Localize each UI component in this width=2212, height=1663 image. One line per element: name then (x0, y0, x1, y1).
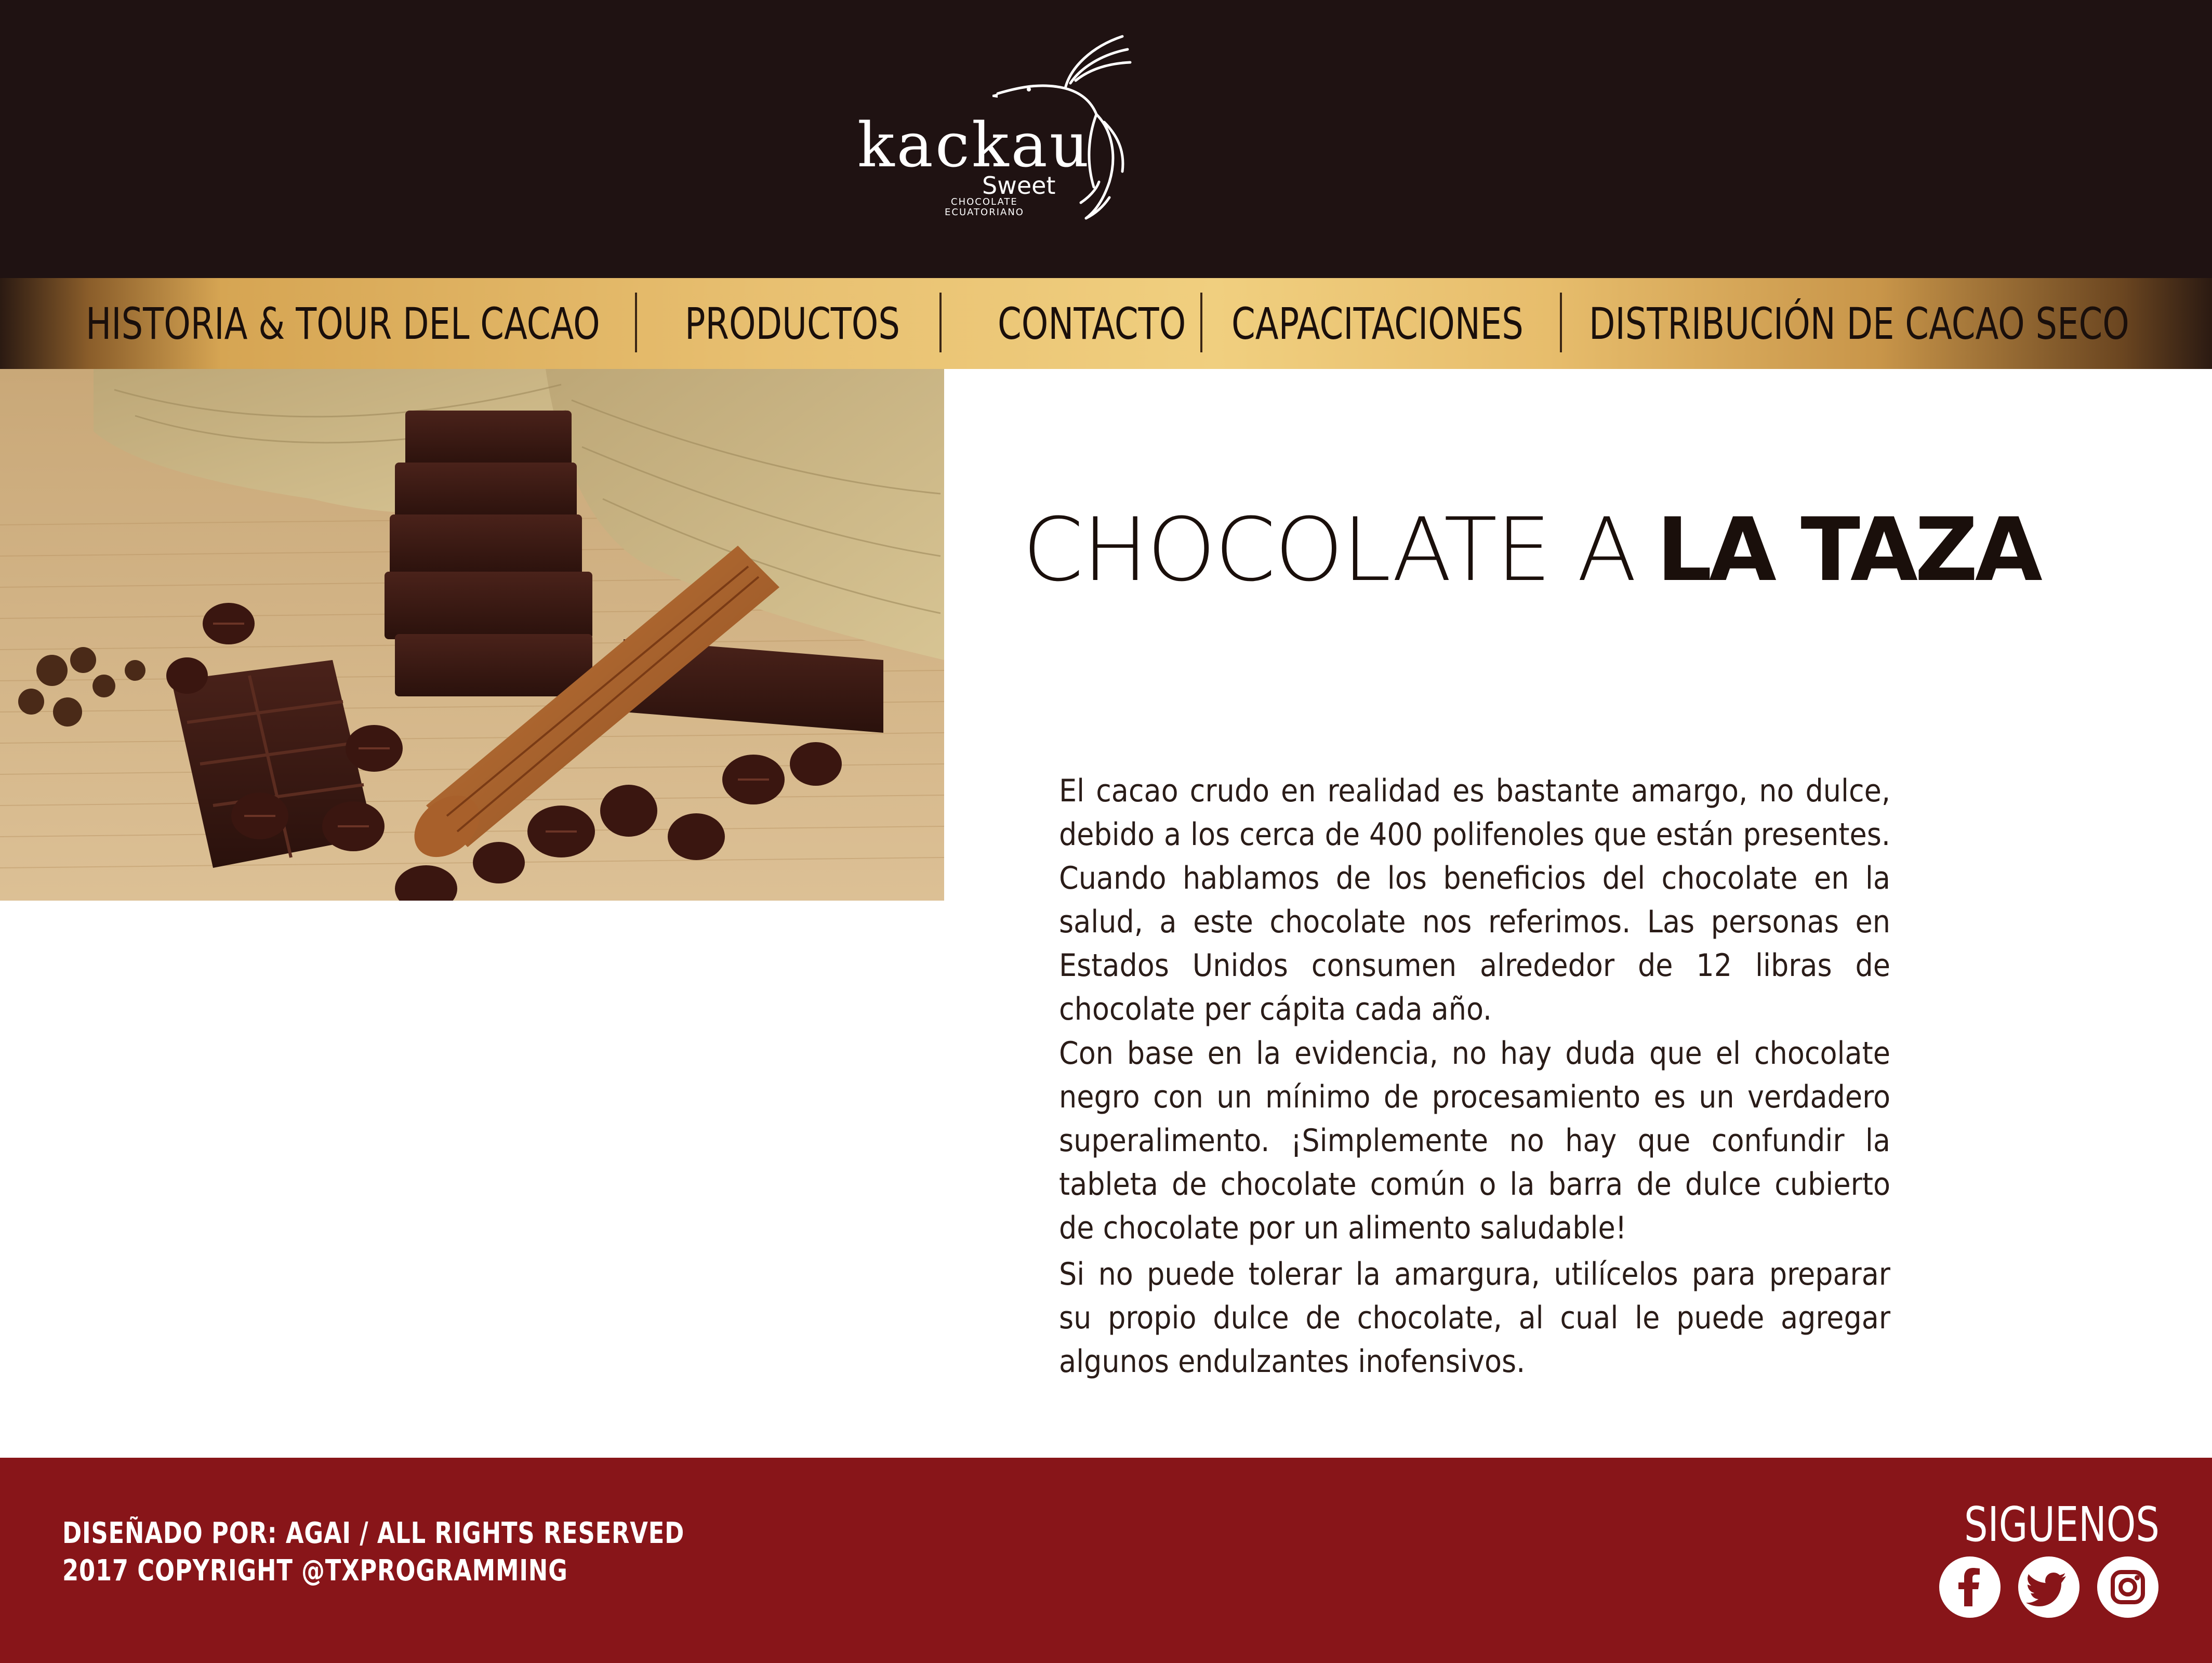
brand-name: kackau (857, 109, 1091, 181)
main-nav: HISTORIA & TOUR DEL CACAO PRODUCTOS CONT… (0, 278, 2212, 369)
nav-divider (1200, 293, 1202, 352)
body-paragraph: El cacao crudo en realidad es bastante a… (1059, 773, 1890, 1027)
page-title: CHOCOLATE A LA TAZA (1023, 499, 2043, 603)
hero-image (0, 369, 944, 901)
facebook-icon[interactable] (1939, 1556, 2001, 1618)
follow-label: SIGUENOS (1964, 1497, 2160, 1552)
instagram-icon[interactable] (2097, 1556, 2158, 1618)
nav-item-capacitaciones[interactable]: CAPACITACIONES (1231, 278, 1524, 369)
brand-logo[interactable]: kackau Sweet CHOCOLATE ECUATORIANO (842, 31, 1143, 229)
nav-item-historia[interactable]: HISTORIA & TOUR DEL CACAO (86, 278, 600, 369)
footer-copyright: 2017 COPYRIGHT @TXPROGRAMMING (62, 1554, 568, 1588)
nav-divider (939, 293, 942, 352)
site-header: kackau Sweet CHOCOLATE ECUATORIANO (0, 0, 2212, 278)
nav-item-distribucion[interactable]: DISTRIBUCIÓN DE CACAO SECO (1589, 278, 2129, 369)
footer-credit: DISEÑADO POR: AGAI / ALL RIGHTS RESERVED (62, 1516, 685, 1550)
nav-divider (635, 293, 637, 352)
twitter-icon[interactable] (2018, 1556, 2079, 1618)
nav-divider (1560, 293, 1562, 352)
nav-item-contacto[interactable]: CONTACTO (998, 278, 1186, 369)
page-title-bold: LA TAZA (1656, 499, 2043, 601)
brand-subline: ECUATORIANO (945, 207, 1024, 218)
nav-item-productos[interactable]: PRODUCTOS (685, 278, 900, 369)
body-paragraph: Si no puede tolerar la amargura, utilíce… (1059, 1256, 1890, 1380)
body-paragraph: Con base en la evidencia, no hay duda qu… (1059, 1035, 1890, 1246)
brand-subline: CHOCOLATE (951, 196, 1018, 207)
brand-tagline: Sweet (982, 171, 1056, 200)
page-title-light: CHOCOLATE A (1023, 499, 1637, 601)
